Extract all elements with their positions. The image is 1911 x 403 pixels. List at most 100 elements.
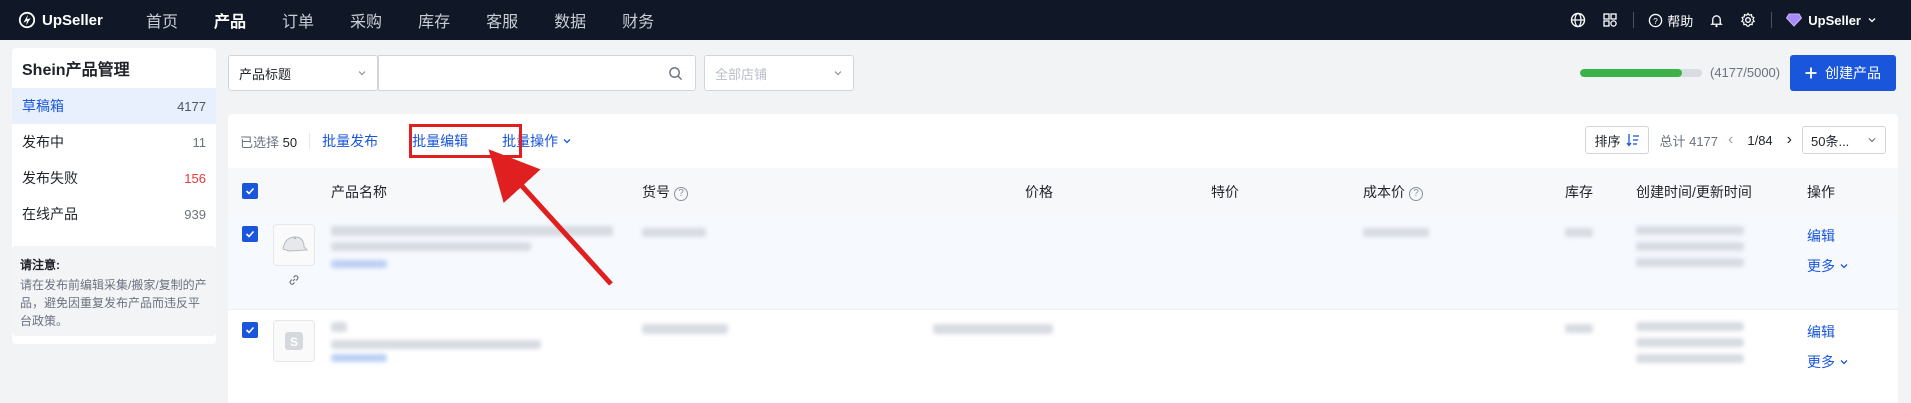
nav-finance[interactable]: 财务	[604, 0, 672, 40]
blurred-product-tag	[331, 260, 387, 268]
blurred-time-extra	[1636, 258, 1744, 267]
total-count: 总计 4177	[1659, 133, 1719, 149]
nav-customer-service[interactable]: 客服	[468, 0, 536, 40]
user-menu[interactable]: UpSeller	[1786, 13, 1877, 28]
nav-inventory[interactable]: 库存	[400, 0, 468, 40]
link-icon[interactable]	[288, 274, 300, 286]
question-circle-icon[interactable]: ?	[674, 186, 688, 201]
page-size-value: 50条...	[1811, 133, 1850, 149]
user-name: UpSeller	[1808, 12, 1861, 28]
sidebar-item-publishing[interactable]: 发布中 11	[12, 124, 216, 160]
sidebar: Shein产品管理 草稿箱 4177 发布中 11 发布失败 156 在线产品 …	[12, 48, 216, 344]
col-cost: 成本价	[1363, 184, 1405, 200]
table-row: 编辑 更多	[228, 214, 1898, 310]
selected-count: 50	[282, 134, 298, 150]
sort-button[interactable]: 排序	[1585, 126, 1650, 154]
row-checkbox[interactable]	[242, 226, 258, 242]
blurred-created-time	[1636, 322, 1744, 331]
chevron-down-icon	[1868, 138, 1876, 143]
blurred-stock	[1565, 228, 1593, 237]
search-input[interactable]	[391, 58, 668, 88]
create-product-label: 创建产品	[1825, 65, 1881, 81]
more-dropdown[interactable]: 更多	[1807, 352, 1849, 372]
create-product-button[interactable]: 创建产品	[1790, 55, 1896, 91]
sidebar-item-failed[interactable]: 发布失败 156	[12, 160, 216, 196]
edit-link[interactable]: 编辑	[1807, 322, 1835, 342]
svg-text:?: ?	[1653, 15, 1658, 25]
sidebar-item-label: 草稿箱	[22, 98, 64, 114]
search-field-select[interactable]: 产品标题	[228, 55, 378, 91]
sidebar-item-label: 发布失败	[22, 170, 78, 186]
chevron-down-icon	[1840, 264, 1848, 269]
row-checkbox[interactable]	[242, 322, 258, 338]
col-ops: 操作	[1807, 184, 1835, 200]
edit-link[interactable]: 编辑	[1807, 226, 1835, 246]
store-select[interactable]: 全部店铺	[704, 55, 854, 91]
table-header: 产品名称 货号? 价格 特价 成本价? 库存 创建时间/更新时间 操作	[228, 168, 1898, 214]
plus-icon	[1805, 67, 1817, 79]
search-row: 产品标题 全部店铺	[228, 55, 854, 91]
bell-icon[interactable]	[1707, 11, 1725, 29]
blurred-product-title	[331, 322, 347, 332]
brand-logo[interactable]: UpSeller	[0, 11, 128, 29]
page-indicator: 1/84	[1747, 132, 1773, 148]
prev-page-icon[interactable]: ‹	[1728, 131, 1733, 149]
quota-indicator: (4177/5000)	[1580, 65, 1780, 80]
search-box[interactable]	[378, 55, 696, 91]
top-navbar: UpSeller 首页 产品 订单 采购 库存 客服 数据 财务 ? 帮助 Up…	[0, 0, 1911, 40]
gear-icon[interactable]	[1739, 11, 1757, 29]
nav-orders[interactable]: 订单	[264, 0, 332, 40]
table-row: S 编辑 更多	[228, 310, 1898, 403]
shein-placeholder-icon: S	[285, 332, 303, 350]
col-sku: 货号	[642, 184, 670, 200]
nav-products[interactable]: 产品	[196, 0, 264, 40]
product-thumbnail[interactable]	[273, 224, 315, 266]
blurred-cost	[1363, 228, 1429, 237]
next-page-icon[interactable]: ›	[1787, 131, 1792, 149]
globe-icon[interactable]	[1569, 11, 1587, 29]
blurred-created-time	[1636, 226, 1744, 235]
sidebar-item-label: 发布中	[22, 134, 64, 150]
sidebar-item-label: 在线产品	[22, 206, 78, 222]
more-label: 更多	[1807, 258, 1835, 274]
sidebar-item-drafts[interactable]: 草稿箱 4177	[12, 88, 216, 124]
sidebar-title: Shein产品管理	[22, 62, 130, 79]
sidebar-item-count: 156	[184, 170, 206, 186]
check-icon	[245, 230, 255, 238]
blurred-product-title	[331, 226, 613, 236]
col-sku-header: 货号?	[642, 182, 688, 202]
quota-progress-bar	[1580, 68, 1702, 77]
svg-text:S: S	[290, 335, 298, 349]
batch-toolbar: 已选择 50 批量发布 批量编辑 批量操作 排序 总计 4177 ‹ 1/84 …	[228, 114, 1898, 168]
more-dropdown[interactable]: 更多	[1807, 256, 1849, 276]
chevron-down-icon	[563, 139, 571, 144]
pagination: ‹ 1/84 ›	[1728, 131, 1792, 149]
divider	[1771, 12, 1773, 28]
nav-data[interactable]: 数据	[536, 0, 604, 40]
col-name: 产品名称	[331, 184, 387, 200]
selected-label: 已选择	[240, 134, 280, 150]
select-all-checkbox[interactable]	[242, 183, 258, 199]
question-circle-icon: ?	[1648, 13, 1663, 27]
search-field-value: 产品标题	[239, 66, 292, 82]
diamond-icon	[1786, 13, 1803, 27]
blurred-price	[933, 324, 1053, 334]
blurred-time-extra	[1636, 354, 1744, 363]
page-size-select[interactable]: 50条...	[1802, 126, 1886, 154]
blurred-stock	[1565, 324, 1593, 333]
quota-text: (4177/5000)	[1710, 65, 1781, 80]
col-stock: 库存	[1565, 184, 1593, 200]
help-link[interactable]: ? 帮助	[1648, 11, 1693, 30]
nav-home[interactable]: 首页	[128, 0, 196, 40]
product-list-panel: 已选择 50 批量发布 批量编辑 批量操作 排序 总计 4177 ‹ 1/84 …	[228, 114, 1898, 403]
search-icon[interactable]	[668, 66, 683, 81]
sidebar-item-online[interactable]: 在线产品 939	[12, 196, 216, 232]
blurred-product-subtitle	[331, 340, 541, 349]
nav-purchase[interactable]: 采购	[332, 0, 400, 40]
product-thumbnail[interactable]: S	[273, 320, 315, 362]
col-cost-header: 成本价?	[1363, 182, 1423, 202]
batch-publish-button[interactable]: 批量发布	[322, 131, 378, 151]
question-circle-icon[interactable]: ?	[1409, 186, 1423, 201]
sort-label: 排序	[1594, 133, 1621, 149]
apps-grid-icon[interactable]	[1601, 11, 1619, 29]
